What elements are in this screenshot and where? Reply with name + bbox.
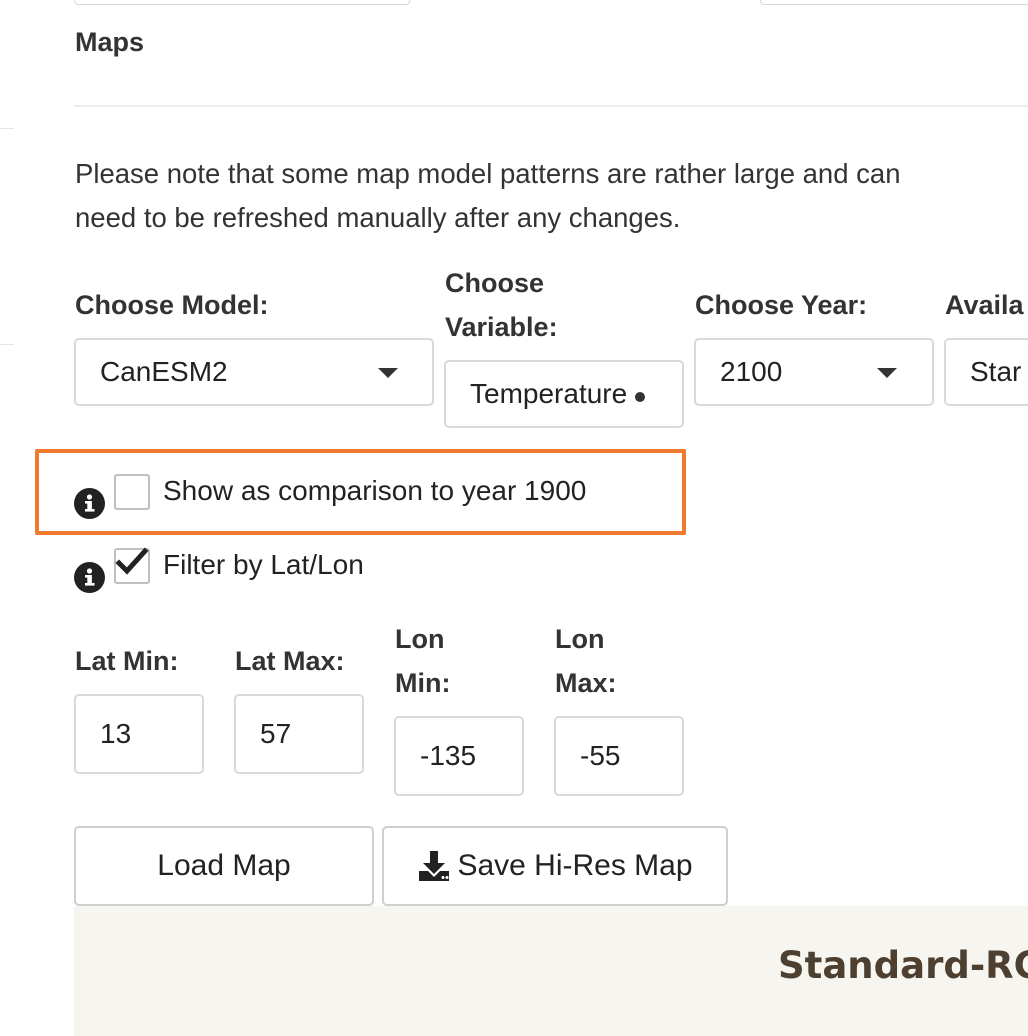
variable-select[interactable]: Temperature — [444, 360, 684, 428]
map-note-line-2: need to be refreshed manually after any … — [75, 202, 681, 233]
save-map-label: Save Hi-Res Map — [457, 849, 693, 882]
available-select-value: Star — [970, 356, 1022, 387]
lat-max-label: Lat Max: — [235, 646, 345, 676]
save-map-button[interactable]: Save Hi-Res Map — [382, 826, 728, 906]
lat-max-value: 57 — [260, 718, 292, 749]
section-divider — [74, 105, 1028, 107]
maps-page: Maps Please note that some map model pat… — [0, 0, 1028, 1036]
top-select-partial-right[interactable] — [760, 0, 1028, 5]
section-title: Maps — [75, 27, 145, 57]
chevron-down-icon — [635, 392, 645, 402]
year-label: Choose Year: — [695, 290, 868, 320]
model-label: Choose Model: — [75, 290, 269, 320]
lat-max-input[interactable]: 57 — [234, 694, 364, 774]
info-icon[interactable] — [74, 488, 105, 519]
sidebar-edge-divider — [0, 128, 14, 129]
map-note: Please note that some map model patterns… — [75, 152, 1028, 240]
info-icon[interactable] — [74, 562, 105, 593]
lon-max-input[interactable]: -55 — [554, 716, 684, 796]
variable-label: Choose Variable: — [445, 261, 558, 349]
model-select-value: CanESM2 — [100, 356, 228, 387]
comparison-label: Show as comparison to year 1900 — [163, 475, 587, 506]
year-select-value: 2100 — [720, 356, 783, 387]
available-label: Availa — [945, 290, 1024, 320]
map-panel: Standard-RC — [74, 906, 1028, 1036]
lon-min-input[interactable]: -135 — [394, 716, 524, 796]
download-icon — [419, 851, 450, 881]
variable-label-line-1: Choose — [445, 268, 545, 298]
lon-min-label-line-2: Min: — [395, 668, 451, 698]
lon-min-label: Lon Min: — [395, 617, 450, 705]
chevron-down-icon — [877, 368, 897, 378]
checkmark-icon — [115, 547, 149, 575]
year-select[interactable]: 2100 — [694, 338, 934, 406]
lon-max-value: -55 — [580, 740, 621, 771]
lat-min-label: Lat Min: — [75, 646, 179, 676]
sidebar-edge-divider — [0, 344, 14, 345]
model-select[interactable]: CanESM2 — [74, 338, 434, 406]
top-select-partial[interactable] — [74, 0, 410, 5]
map-title: Standard-RC — [778, 944, 1028, 987]
lon-max-label: Lon Max: — [555, 617, 617, 705]
variable-label-line-2: Variable: — [445, 312, 558, 342]
lon-min-value: -135 — [420, 740, 477, 771]
load-map-button[interactable]: Load Map — [74, 826, 374, 906]
load-map-label: Load Map — [157, 849, 291, 882]
map-note-line-1: Please note that some map model patterns… — [75, 158, 901, 189]
filter-checkbox[interactable] — [114, 547, 150, 584]
available-select[interactable]: Star — [944, 338, 1028, 406]
chevron-down-icon — [378, 368, 398, 378]
filter-label: Filter by Lat/Lon — [163, 549, 364, 580]
variable-select-value: Temperature — [470, 378, 628, 409]
comparison-checkbox[interactable] — [114, 474, 150, 510]
lon-max-label-line-2: Max: — [555, 668, 617, 698]
lat-min-value: 13 — [100, 718, 132, 749]
lon-max-label-line-1: Lon — [555, 624, 605, 654]
lat-min-input[interactable]: 13 — [74, 694, 204, 774]
lon-min-label-line-1: Lon — [395, 624, 445, 654]
